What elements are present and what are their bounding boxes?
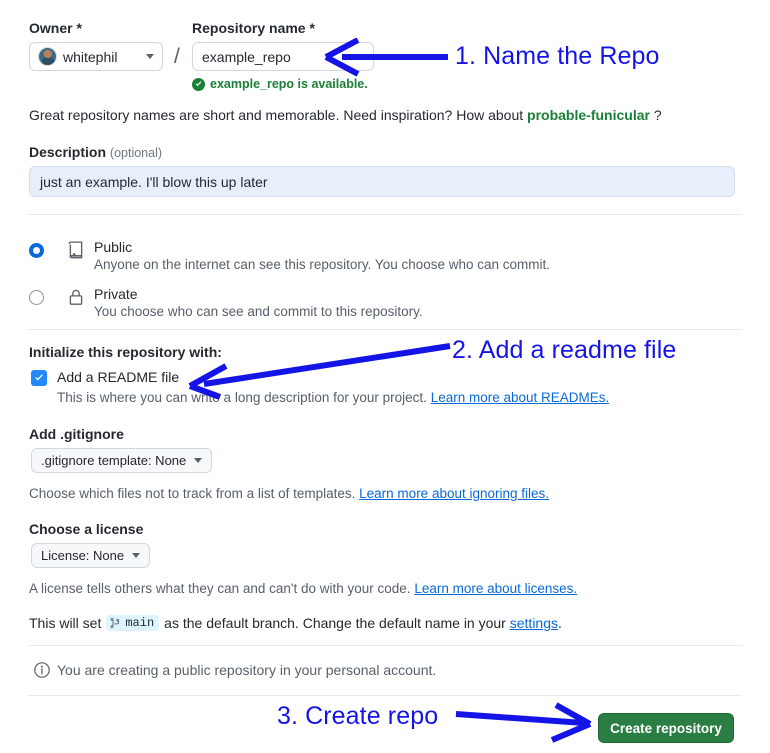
owner-repo-separator: / [174,45,180,68]
arrow-right-to-create-button [455,702,592,743]
radio-private[interactable] [29,290,44,305]
repository-availability-status: example_repo is available. [192,77,368,91]
info-note-text: You are creating a public repository in … [57,662,437,678]
readme-learn-more-link[interactable]: Learn more about READMEs. [431,390,610,405]
availability-text: example_repo is available. [210,77,368,91]
visibility-option-public[interactable]: Public Anyone on the internet can see th… [29,239,729,280]
chevron-down-icon [194,458,203,463]
gitignore-subtitle: Choose which files not to track from a l… [29,485,549,503]
repository-name-label: Repository name * [192,20,315,36]
checkmark-icon [35,374,43,381]
visibility-public-subtitle: Anyone on the internet can see this repo… [94,257,551,272]
description-label-text: Description [29,144,107,160]
suggested-name[interactable]: probable-funicular [527,107,650,123]
divider-after-description [28,214,742,215]
owner-name: whitephil [63,48,118,65]
info-icon [34,662,50,678]
readme-subtitle: This is where you can write a long descr… [57,389,609,407]
readme-subtitle-text: This is where you can write a long descr… [57,390,427,405]
repository-names-hint: Great repository names are short and mem… [29,107,662,123]
description-input[interactable]: just an example. I'll blow this up later [29,166,735,197]
divider-after-branch [28,645,742,646]
visibility-option-private[interactable]: Private You choose who can see and commi… [29,286,729,327]
gitignore-label: Add .gitignore [29,426,124,442]
radio-public[interactable] [29,243,44,258]
names-hint-prefix: Great repository names are short and mem… [29,107,524,123]
gitignore-template-value: .gitignore template: None [41,453,187,468]
chevron-down-icon [146,54,154,59]
visibility-private-title: Private [94,286,138,302]
license-subtitle-text: A license tells others what they can and… [29,581,411,596]
divider-after-visibility [28,329,742,330]
repository-name-input[interactable]: example_repo [192,42,374,71]
readme-checkbox[interactable] [31,370,47,386]
names-hint-suffix: ? [653,107,662,123]
user-avatar [38,47,57,66]
lock-icon [69,289,83,305]
default-branch-chip: main [106,615,160,631]
readme-label: Add a README file [57,369,180,385]
initialize-label: Initialize this repository with: [29,344,222,360]
git-branch-icon [110,617,120,629]
license-value: License: None [41,548,125,563]
divider-before-submit [28,695,742,696]
description-label: Description (optional) [29,143,162,162]
license-label: Choose a license [29,521,144,537]
repo-book-icon [68,241,83,259]
annotation-3-text: 3. Create repo [277,702,439,730]
default-branch-name: main [125,616,155,630]
branch-note-middle: as the default branch. Change the defaul… [164,615,506,631]
create-repository-form: Owner * Repository name * whitephil / ex… [0,0,770,753]
visibility-private-subtitle: You choose who can see and commit to thi… [94,304,423,319]
gitignore-template-select[interactable]: .gitignore template: None [31,448,213,473]
public-repo-info-note: You are creating a public repository in … [34,662,436,678]
branch-note-suffix: . [558,615,562,631]
annotation-2-text: 2. Add a readme file [452,336,677,364]
check-circle-icon [192,77,205,91]
branch-settings-link[interactable]: settings [510,615,558,631]
license-select[interactable]: License: None [31,543,151,568]
annotation-1-text: 1. Name the Repo [455,42,660,70]
gitignore-subtitle-text: Choose which files not to track from a l… [29,486,356,501]
description-optional-text: (optional) [109,146,163,160]
chevron-down-icon [132,553,141,558]
create-repository-button[interactable]: Create repository [598,713,734,743]
owner-select[interactable]: whitephil [29,42,163,71]
owner-label: Owner * [29,20,82,36]
branch-note-prefix: This will set [29,615,102,631]
visibility-public-title: Public [94,239,133,255]
gitignore-learn-more-link[interactable]: Learn more about ignoring files. [359,486,549,501]
license-subtitle: A license tells others what they can and… [29,580,577,598]
default-branch-note: This will set main as the default branch… [29,615,562,631]
license-learn-more-link[interactable]: Learn more about licenses. [414,581,577,596]
